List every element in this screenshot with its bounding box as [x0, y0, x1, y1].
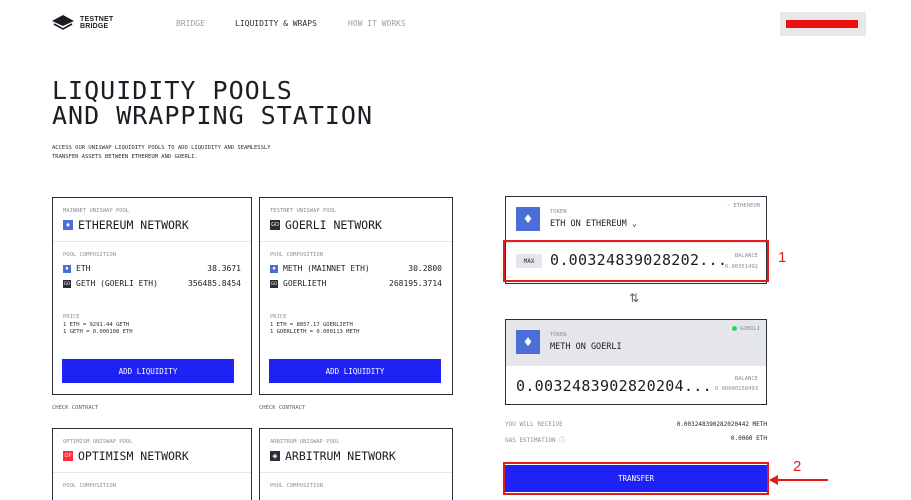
pool-composition-label: POOL COMPOSITION — [63, 252, 116, 258]
callout-2: 2 — [793, 458, 802, 475]
pool-card-arbitrum: ARBITRUM UNISWAP POOL ◈ ARBITRUM NETWORK… — [259, 428, 453, 500]
callout-arrow-line — [776, 479, 828, 481]
token-amount: 30.2800 — [408, 264, 442, 273]
ethereum-icon: ♦ — [63, 264, 71, 273]
swap-direction-icon[interactable]: ⇅ — [629, 291, 639, 305]
to-chain: GOERLI — [740, 326, 760, 332]
price-line: 1 GETH = 0.000108 ETH — [63, 329, 133, 335]
bridge-logo-icon — [52, 15, 74, 30]
token-amount: 268195.3714 — [389, 279, 442, 288]
logo-line-2: BRIDGE — [80, 23, 109, 30]
subtitle-line-2: TRANSFER ASSETS BETWEEN ETHEREUM AND GOE… — [52, 154, 198, 160]
pool-kicker: MAINNET UNISWAP POOL — [63, 208, 130, 214]
to-balance-label: BALANCE — [734, 376, 758, 382]
callout-1: 1 — [778, 249, 787, 266]
token-amount: 38.3671 — [207, 264, 241, 273]
optimism-icon: OP — [63, 451, 73, 461]
gas-row: GAS ESTIMATION ⓘ 0.0060 ETH — [505, 435, 767, 444]
page-title-line-2: AND WRAPPING STATION — [52, 101, 374, 130]
price-line: 1 GOERLIETH = 0.000113 METH — [270, 329, 360, 335]
token-name: ETH — [76, 264, 91, 273]
ethereum-icon: ♦ — [516, 330, 540, 354]
pool-row-eth: ♦ ETH 38.3671 — [63, 264, 241, 273]
ethereum-icon: ♦ — [63, 220, 73, 230]
token-label: TOKEN — [550, 209, 567, 215]
page-title-line-1: LIQUIDITY POOLS — [52, 76, 293, 105]
check-contract-link-testnet[interactable]: CHECK CONTRACT — [259, 405, 305, 411]
price-label: PRICE — [270, 314, 287, 320]
goerli-icon: GO — [63, 279, 71, 288]
add-liquidity-button-mainnet[interactable]: ADD LIQUIDITY — [62, 359, 234, 383]
pool-kicker: OPTIMISM UNISWAP POOL — [63, 439, 133, 445]
token-name: GOERLIETH — [283, 279, 327, 288]
token-name: GETH (GOERLI ETH) — [76, 279, 158, 288]
add-liquidity-button-testnet[interactable]: ADD LIQUIDITY — [269, 359, 441, 383]
page-title: LIQUIDITY POOLS AND WRAPPING STATION — [52, 78, 373, 128]
nav-bridge[interactable]: BRIDGE — [176, 19, 205, 28]
to-balance-value: 0.00000158493 — [714, 386, 758, 392]
pool-row-geth: GO GETH (GOERLI ETH) 356485.8454 — [63, 279, 241, 288]
pool-composition-label: POOL COMPOSITION — [270, 483, 323, 489]
to-token-selector[interactable]: ♦ TOKEN METH ON GOERLI GOERLI — [506, 320, 766, 366]
pool-row-goerlieth: GO GOERLIETH 268195.3714 — [270, 279, 442, 288]
pool-title: GOERLI NETWORK — [285, 218, 382, 232]
receive-label: YOU WILL RECEIVE — [505, 421, 563, 428]
from-token-selector[interactable]: ♦ TOKEN ETH ON ETHEREUM ⌄ ◦ ETHEREUM — [506, 197, 766, 243]
to-token-name: METH ON GOERLI — [550, 342, 622, 352]
account-address-redacted — [786, 20, 858, 28]
price-label: PRICE — [63, 314, 80, 320]
pool-card-optimism: OPTIMISM UNISWAP POOL OP OPTIMISM NETWOR… — [52, 428, 252, 500]
pool-kicker: ARBITRUM UNISWAP POOL — [270, 439, 340, 445]
receive-value: 0.003248390282020442 METH — [676, 421, 767, 428]
ethereum-icon: ♦ — [516, 207, 540, 231]
token-name: METH (MAINNET ETH) — [283, 264, 370, 273]
pool-composition-label: POOL COMPOSITION — [63, 483, 116, 489]
nav-how-it-works[interactable]: HOW IT WORKS — [348, 19, 406, 28]
logo-line-1: TESTNET — [80, 16, 114, 23]
logo[interactable]: TESTNET BRIDGE — [52, 15, 113, 31]
chevron-down-icon: ⌄ — [631, 219, 638, 229]
pool-title: ETHEREUM NETWORK — [78, 218, 189, 232]
to-amount: 0.0032483902820204... — [516, 377, 712, 395]
goerli-icon: GO — [270, 220, 280, 230]
from-token-name: ETH ON ETHEREUM — [550, 219, 627, 229]
pool-title: ARBITRUM NETWORK — [285, 449, 396, 463]
swap-to-panel: ♦ TOKEN METH ON GOERLI GOERLI 0.00324839… — [505, 319, 767, 405]
check-contract-link-mainnet[interactable]: CHECK CONTRACT — [52, 405, 98, 411]
pool-title: OPTIMISM NETWORK — [78, 449, 189, 463]
page-subtitle: ACCESS OUR UNISWAP LIQUIDITY POOLS TO AD… — [52, 144, 271, 162]
ethereum-icon: ♦ — [270, 264, 278, 273]
nav-liquidity-wraps[interactable]: LIQUIDITY & WRAPS — [235, 19, 317, 28]
highlight-box-2 — [503, 462, 769, 495]
pool-composition-label: POOL COMPOSITION — [270, 252, 323, 258]
account-button[interactable] — [780, 12, 866, 36]
receive-row: YOU WILL RECEIVE 0.003248390282020442 ME… — [505, 421, 767, 428]
pool-kicker: TESTNET UNISWAP POOL — [270, 208, 337, 214]
goerli-icon: GO — [270, 279, 278, 288]
price-line: 1 ETH = 8857.17 GOERLIETH — [270, 322, 353, 328]
token-amount: 356485.8454 — [188, 279, 241, 288]
price-line: 1 ETH = 9291.44 GETH — [63, 322, 130, 328]
gas-value: 0.0060 ETH — [730, 435, 767, 442]
arbitrum-icon: ◈ — [270, 451, 280, 461]
callout-arrow-icon — [769, 475, 778, 485]
online-dot-icon — [732, 326, 738, 331]
chain-dot-icon: ◦ — [726, 203, 731, 209]
highlight-box-1 — [503, 240, 769, 282]
token-label: TOKEN — [550, 332, 567, 338]
pool-row-meth: ♦ METH (MAINNET ETH) 30.2800 — [270, 264, 442, 273]
from-chain: ETHEREUM — [733, 203, 761, 209]
gas-label: GAS ESTIMATION — [505, 437, 556, 444]
subtitle-line-1: ACCESS OUR UNISWAP LIQUIDITY POOLS TO AD… — [52, 145, 271, 151]
info-icon[interactable]: ⓘ — [559, 437, 565, 444]
